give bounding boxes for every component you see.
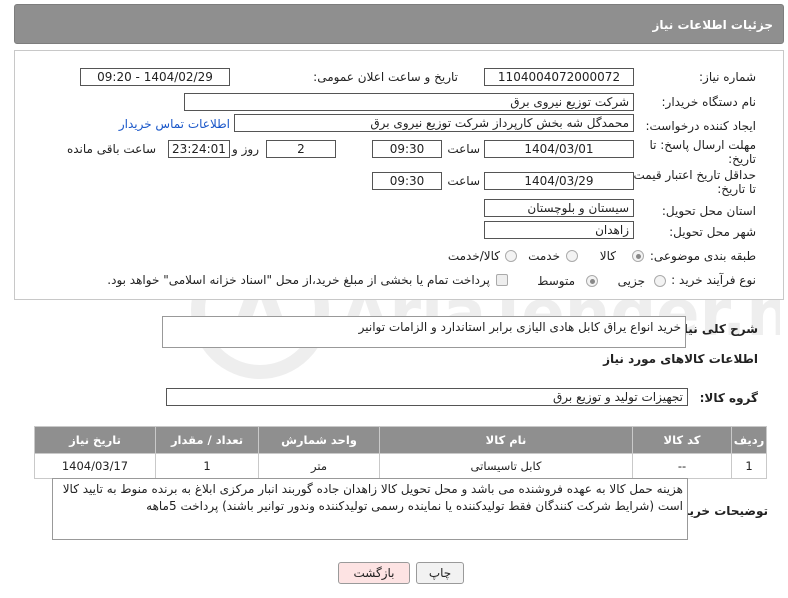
category-option-goods-service: کالا/خدمت [447,249,500,263]
category-option-goods: کالا [599,249,616,263]
col-header-need-date: تاریخ نیاز [34,426,156,454]
price-validity-date-label: تا تاریخ: [717,182,756,196]
print-button[interactable]: چاپ [416,562,464,584]
col-header-unit: واحد شمارش [258,426,380,454]
deadline-label: مهلت ارسال پاسخ: تا [649,138,756,152]
page-title: جزئیات اطلاعات نیاز [652,18,773,32]
need-number-label: شماره نیاز: [699,70,756,84]
deadline-time-label: ساعت [447,142,480,156]
treasury-payment-note: پرداخت تمام یا بخشی از مبلغ خرید،از محل … [107,273,490,287]
price-validity-label: حداقل تاریخ اعتبار قیمت: [629,168,756,182]
province-label: استان محل تحویل: [661,204,756,218]
deadline-label-date: تاریخ: [728,152,756,166]
goods-section-title: اطلاعات کالاهای مورد نیاز [603,352,758,366]
cell-unit: متر [258,453,380,479]
need-number-field: 1104004072000072 [484,68,634,86]
process-radio-minor[interactable] [654,275,666,287]
remaining-time-field: 23:24:01 [168,140,230,158]
city-label: شهر محل تحویل: [669,225,756,239]
remaining-days-field: 2 [266,140,336,158]
deadline-date-field: 1404/03/01 [484,140,634,158]
description-textarea: خرید انواع یراق کابل هادی الیازی برابر ا… [162,316,686,348]
goods-group-label: گروه کالا: [699,391,758,405]
goods-table: ردیف کد کالا نام کالا واحد شمارش تعداد /… [34,426,767,479]
process-option-minor: جزیی [617,274,645,288]
table-header-row: ردیف کد کالا نام کالا واحد شمارش تعداد /… [34,426,767,454]
category-label: طبقه بندی موضوعی: [649,249,756,263]
category-radio-goods[interactable] [632,250,644,262]
category-radio-goods-service[interactable] [505,250,517,262]
buyer-contact-link[interactable]: اطلاعات تماس خریدار [119,117,230,131]
buyer-org-label: نام دستگاه خریدار: [661,95,757,109]
announce-date-field: 1404/02/29 - 09:20 [80,68,230,86]
deadline-time-field: 09:30 [372,140,442,158]
process-type-label: نوع فرآیند خرید : [671,273,756,287]
category-option-service: خدمت [528,249,560,263]
buyer-org-field: شرکت توزیع نیروی برق [184,93,634,111]
category-radio-service[interactable] [566,250,578,262]
validity-date-field: 1404/03/29 [484,172,634,190]
goods-table-wrapper: ردیف کد کالا نام کالا واحد شمارش تعداد /… [34,426,767,479]
process-radio-medium[interactable] [586,275,598,287]
cell-row-number: 1 [731,453,767,479]
cell-need-date: 1404/03/17 [34,453,156,479]
cell-item-code: -- [632,453,732,479]
days-label: روز و [232,142,259,156]
col-header-item-code: کد کالا [632,426,732,454]
col-header-item-name: نام کالا [379,426,633,454]
validity-time-field: 09:30 [372,172,442,190]
goods-group-field: تجهیزات تولید و توزیع برق [166,388,688,406]
treasury-payment-checkbox[interactable] [496,274,508,286]
table-row: 1 -- کابل تاسیساتی متر 1 1404/03/17 [34,453,767,479]
city-field: زاهدان [484,221,634,239]
process-option-medium: متوسط [537,274,575,288]
province-field: سیستان و بلوچستان [484,199,634,217]
validity-time-label: ساعت [447,174,480,188]
description-text: خرید انواع یراق کابل هادی الیازی برابر ا… [358,320,681,334]
back-button[interactable]: بازگشت [338,562,410,584]
creator-label: ایجاد کننده درخواست: [645,119,756,133]
buyer-notes-textarea: هزینه حمل کالا به عهده فروشنده می باشد و… [52,478,688,540]
col-header-quantity: تعداد / مقدار [155,426,259,454]
buyer-notes-text: هزینه حمل کالا به عهده فروشنده می باشد و… [62,482,683,513]
cell-quantity: 1 [155,453,259,479]
announce-date-label: تاریخ و ساعت اعلان عمومی: [313,70,458,84]
page-header: جزئیات اطلاعات نیاز [14,4,784,44]
col-header-row-number: ردیف [731,426,767,454]
creator-field: محمدگل شه بخش کارپرداز شرکت توزیع نیروی … [234,114,634,132]
cell-item-name: کابل تاسیساتی [379,453,633,479]
remaining-time-label: ساعت باقی مانده [66,142,156,156]
